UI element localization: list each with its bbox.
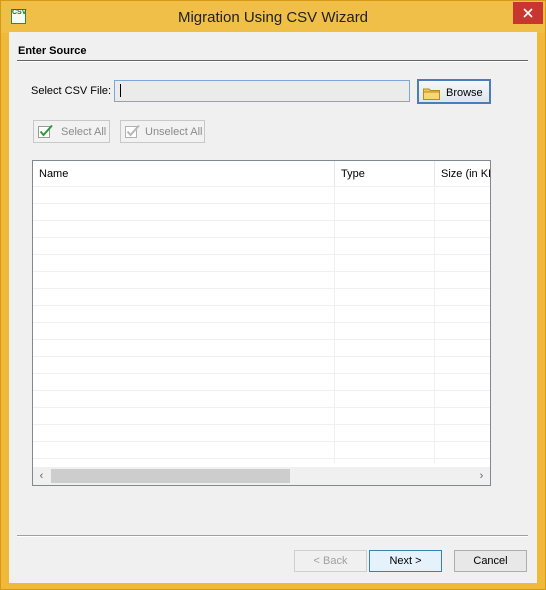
- row-divider: [33, 186, 490, 187]
- row-divider: [33, 254, 490, 255]
- row-divider: [33, 237, 490, 238]
- cancel-button[interactable]: Cancel: [454, 550, 527, 572]
- scroll-right-arrow-icon[interactable]: ›: [473, 467, 490, 485]
- folder-icon: [423, 88, 440, 100]
- row-divider: [33, 373, 490, 374]
- close-icon: [523, 8, 533, 18]
- row-divider: [33, 305, 490, 306]
- row-divider: [33, 424, 490, 425]
- column-header-size[interactable]: Size (in KB: [435, 161, 490, 186]
- section-divider: [17, 60, 528, 62]
- column-header-type[interactable]: Type: [335, 161, 435, 186]
- scroll-left-arrow-icon[interactable]: ‹: [33, 467, 50, 485]
- column-divider: [334, 186, 335, 463]
- text-caret: [120, 84, 121, 97]
- title-bar: CSV Migration Using CSV Wizard: [1, 1, 545, 33]
- row-divider: [33, 220, 490, 221]
- scrollbar-thumb[interactable]: [51, 469, 290, 483]
- row-divider: [33, 390, 490, 391]
- row-divider: [33, 322, 490, 323]
- section-title: Enter Source: [18, 45, 87, 57]
- column-header-name[interactable]: Name: [33, 161, 335, 186]
- close-button[interactable]: [513, 2, 543, 24]
- csv-file-input[interactable]: [114, 80, 410, 102]
- csv-file-label: Select CSV File:: [31, 85, 112, 97]
- row-divider: [33, 203, 490, 204]
- select-all-button[interactable]: Select All: [33, 120, 110, 143]
- row-divider: [33, 288, 490, 289]
- column-divider: [434, 186, 435, 463]
- footer-divider: [17, 535, 528, 537]
- select-all-label: Select All: [61, 126, 107, 138]
- row-divider: [33, 441, 490, 442]
- checkbox-checked-icon: [38, 124, 53, 138]
- next-button[interactable]: Next >: [369, 550, 442, 572]
- wizard-window: CSV Migration Using CSV Wizard Enter Sou…: [0, 0, 546, 590]
- row-divider: [33, 356, 490, 357]
- unselect-all-button[interactable]: Unselect All: [120, 120, 205, 143]
- file-list-grid[interactable]: Name Type Size (in KB ‹ ›: [32, 160, 491, 486]
- row-divider: [33, 339, 490, 340]
- row-divider: [33, 271, 490, 272]
- browse-button-label: Browse: [446, 87, 483, 99]
- window-title: Migration Using CSV Wizard: [177, 9, 369, 26]
- unselect-all-label: Unselect All: [145, 126, 203, 138]
- browse-button[interactable]: Browse: [417, 79, 491, 104]
- checkbox-unchecked-icon: [125, 124, 140, 138]
- back-button[interactable]: < Back: [294, 550, 367, 572]
- row-divider: [33, 407, 490, 408]
- row-divider: [33, 458, 490, 459]
- horizontal-scrollbar[interactable]: ‹ ›: [33, 467, 490, 485]
